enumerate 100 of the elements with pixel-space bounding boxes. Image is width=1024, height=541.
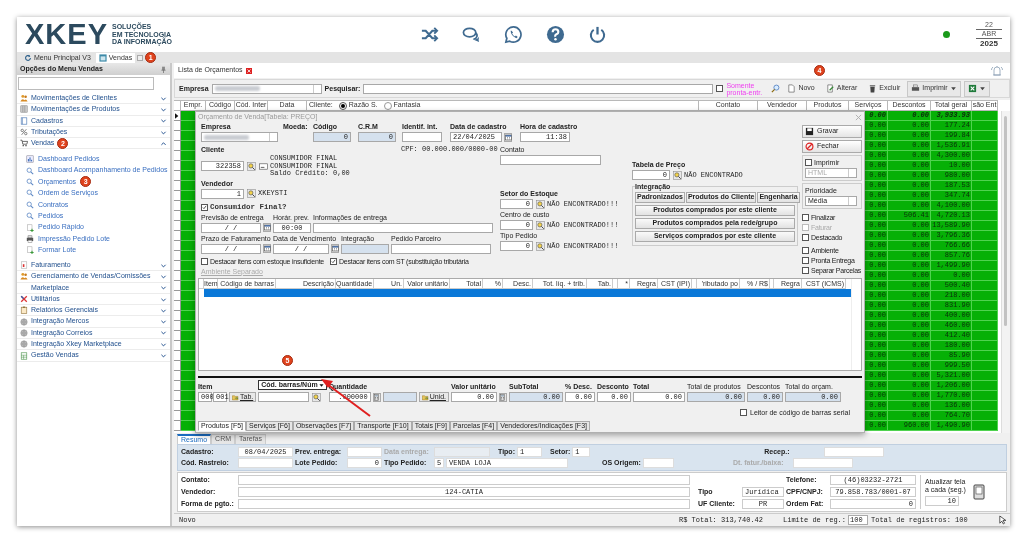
radio-button[interactable]: [383, 101, 392, 110]
globe-icon: [20, 328, 28, 337]
percent-icon: [20, 128, 28, 137]
card-button[interactable]: [258, 161, 268, 172]
chart-icon: [26, 155, 34, 164]
calculator-button[interactable]: [372, 392, 381, 402]
globe-icon: [20, 317, 28, 326]
checkbox[interactable]: [802, 267, 809, 274]
folder-icon: [232, 393, 239, 401]
table-cell: [972, 191, 998, 201]
table-cell: [972, 211, 998, 221]
checkbox[interactable]: [740, 409, 747, 416]
checkbox[interactable]: [201, 257, 208, 265]
calculator-button[interactable]: [499, 392, 507, 402]
company-dropdown[interactable]: [211, 83, 322, 94]
export-button[interactable]: [963, 80, 990, 97]
phone-bubble-icon[interactable]: [504, 25, 523, 44]
table-cell: [972, 271, 998, 281]
table-cell: [972, 251, 998, 261]
text-field[interactable]: [313, 222, 493, 233]
company-dropdown[interactable]: [201, 132, 278, 142]
power-icon[interactable]: [588, 25, 607, 44]
card-icon: [258, 161, 268, 171]
checkbox[interactable]: [330, 257, 337, 265]
text-field[interactable]: [238, 499, 690, 509]
table-cell: [972, 361, 998, 371]
document-icon: [20, 261, 28, 270]
table-cell: [972, 221, 998, 231]
checkbox[interactable]: [802, 214, 809, 221]
calculator-icon: [373, 393, 381, 401]
calendar-icon: [263, 224, 271, 231]
table-cell: [972, 161, 998, 171]
expand-icon[interactable]: [160, 284, 167, 292]
lookup-button[interactable]: [246, 188, 256, 199]
table-cell: [972, 331, 998, 341]
radio-button[interactable]: [338, 101, 347, 110]
chat-icon[interactable]: [462, 25, 481, 44]
lookup-button[interactable]: [246, 161, 256, 172]
text-field[interactable]: [238, 475, 690, 485]
expand-icon[interactable]: [160, 352, 167, 359]
table-cell: [972, 371, 998, 381]
checkbox[interactable]: [201, 203, 208, 211]
caret-icon: [318, 382, 324, 388]
checkbox[interactable]: [805, 159, 812, 166]
selected-row[interactable]: [204, 288, 851, 297]
table-cell: [972, 291, 998, 301]
lookup-button[interactable]: [672, 170, 682, 180]
table-cell: [972, 201, 998, 211]
document-icon: [787, 84, 797, 93]
search-field[interactable]: [18, 77, 154, 90]
text-field[interactable]: [341, 243, 389, 254]
text-field[interactable]: [391, 243, 491, 254]
calendar-button[interactable]: [263, 244, 271, 253]
table-cell: [972, 351, 998, 361]
window-icon: [98, 54, 107, 62]
device-icon[interactable]: [973, 484, 985, 500]
magnifier-icon: [311, 392, 321, 402]
table-cell: [972, 281, 998, 291]
lookup-button[interactable]: [535, 199, 545, 209]
lookup-button[interactable]: [535, 241, 545, 251]
calendar-button[interactable]: [504, 132, 512, 142]
table-cell: [972, 181, 998, 191]
magnifier-icon: [535, 199, 545, 209]
lookup-button[interactable]: [535, 220, 545, 230]
table-cell: [972, 121, 998, 131]
table-cell: [972, 311, 998, 321]
expand-icon[interactable]: [160, 117, 167, 125]
shuffle-icon[interactable]: [420, 25, 439, 44]
blurred-value: [214, 86, 260, 91]
text-field[interactable]: [258, 392, 310, 402]
refresh-icon: [24, 54, 32, 62]
checkbox[interactable]: [802, 257, 809, 264]
close-tab-button[interactable]: [137, 54, 144, 61]
lookup-button[interactable]: [311, 392, 322, 402]
text-field[interactable]: [402, 132, 442, 142]
checkbox[interactable]: [802, 234, 809, 241]
spreadsheet-icon: [967, 84, 977, 93]
table-cell: [972, 231, 998, 241]
add-document-icon: [26, 246, 34, 255]
calendar-button[interactable]: [331, 244, 339, 253]
collapse-icon[interactable]: [160, 139, 167, 147]
bell-icon[interactable]: [990, 63, 1004, 78]
printer-icon: [911, 84, 921, 93]
search-icon: [26, 189, 34, 198]
magnifier-icon: [246, 161, 256, 171]
text-field[interactable]: [382, 392, 417, 402]
expand-icon[interactable]: [160, 318, 167, 326]
callout-arrow: [320, 378, 372, 418]
text-field[interactable]: [500, 155, 601, 165]
pin-icon[interactable]: [160, 65, 167, 73]
checkbox[interactable]: [802, 247, 809, 254]
help-icon[interactable]: [546, 25, 565, 44]
scrollbar[interactable]: [1001, 111, 1010, 433]
checkbox[interactable]: [716, 85, 724, 92]
search-icon[interactable]: [771, 84, 781, 93]
table-cell: [972, 321, 998, 331]
table-cell: [972, 261, 998, 271]
search-field[interactable]: [363, 83, 714, 94]
calendar-button[interactable]: [263, 223, 271, 232]
expand-icon[interactable]: [160, 329, 167, 337]
